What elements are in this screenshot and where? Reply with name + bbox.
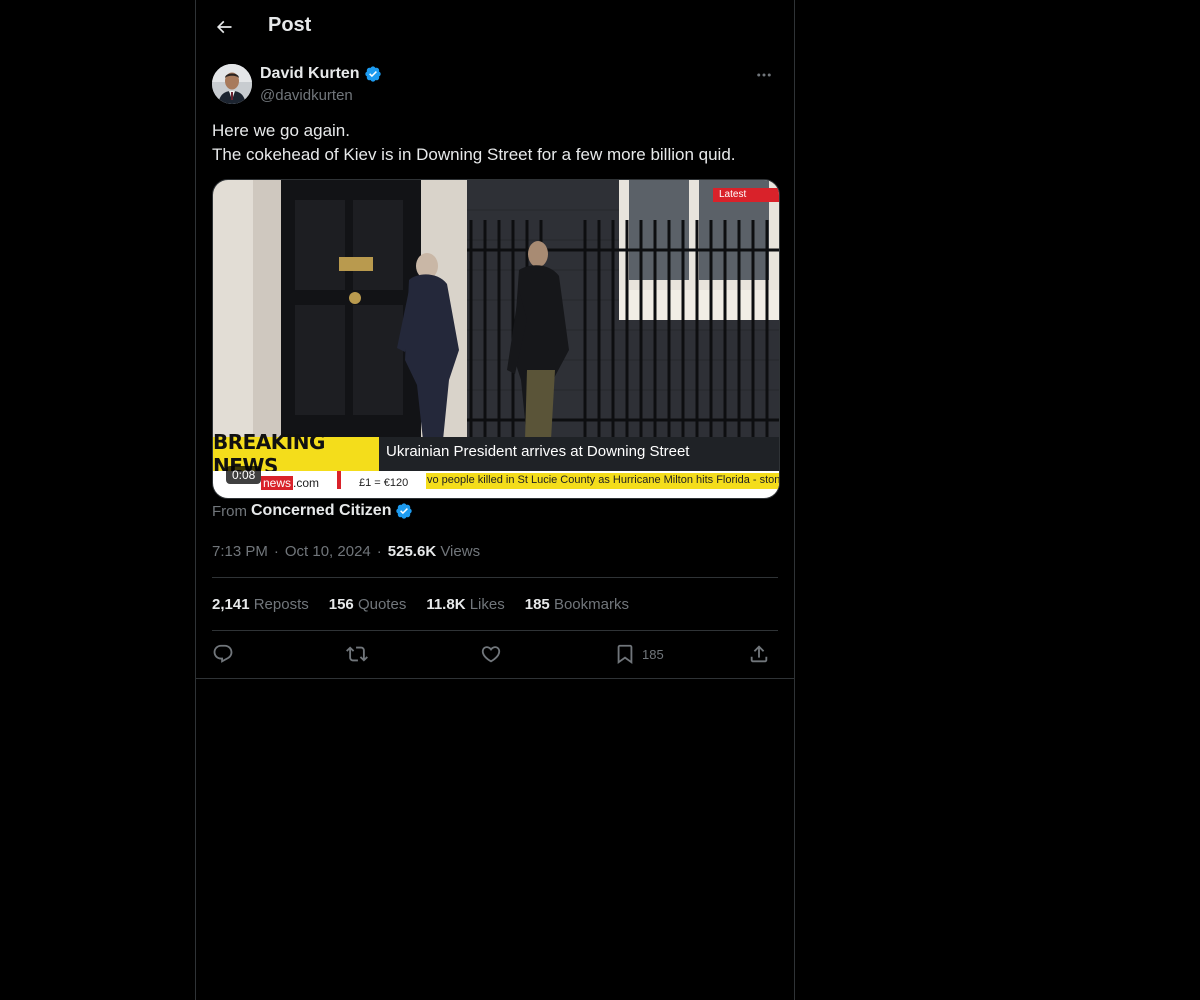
verified-badge-icon [396,503,413,519]
share-button[interactable] [748,642,770,666]
ticker-separator [337,471,341,489]
more-icon [757,73,771,77]
likes-stat[interactable]: 11.8K Likes [426,596,504,613]
stat-count: 185 [524,596,550,613]
bookmark-button[interactable]: 185 [614,642,664,666]
video-duration: 0:08 [226,466,262,484]
page-header: Post [196,0,794,53]
author-name[interactable]: David Kurten [260,65,382,83]
back-arrow-icon [216,20,232,34]
repost-button[interactable] [346,642,368,666]
divider [212,630,778,631]
page-title: Post [268,14,312,36]
back-button[interactable] [210,13,238,41]
views-label: Views [440,543,481,560]
stat-count: 2,141 [212,596,250,613]
ticker-logo-suffix: .com [293,476,320,490]
repost-icon [346,646,368,662]
latest-tag: Latest [713,188,779,202]
bookmarks-stat[interactable]: 185 Bookmarks [525,596,629,613]
ticker-logo: news .com [261,476,319,490]
quotes-stat[interactable]: 156 Quotes [329,596,407,613]
post-line: The cokehead of Kiev is in Downing Stree… [212,145,736,164]
reply-button[interactable] [212,642,234,666]
breaking-news-headline: Ukrainian President arrives at Downing S… [386,443,690,460]
ticker-scroll: vo people killed in St Lucie County as H… [426,473,779,489]
ticker-text: vo people killed in St Lucie County as H… [427,474,779,486]
stat-count: 11.8K [426,596,466,613]
stat-label: Quotes [357,596,407,613]
post-date[interactable]: Oct 10, 2024 [285,543,371,560]
video-player[interactable]: Latest BREAKING NEWS Ukrainian President… [212,179,780,499]
like-button[interactable] [480,642,502,666]
action-bar: 185 [212,642,778,666]
avatar[interactable] [212,64,252,104]
post-author: David Kurten @davidkurten [212,64,778,108]
post-bottom-border [196,678,794,679]
author-name-text: David Kurten [260,65,360,82]
more-options-button[interactable] [750,64,778,86]
source-prefix: From [212,502,247,520]
bookmark-count: 185 [642,646,664,662]
source-attribution: From Concerned Citizen [212,502,413,520]
stat-label: Reposts [253,596,309,613]
verified-badge-icon [364,66,381,82]
like-icon [481,646,501,663]
source-link[interactable]: Concerned Citizen [251,502,391,520]
post-time[interactable]: 7:13 PM [212,543,268,560]
bookmark-icon [617,644,633,665]
engagement-stats: 2,141 Reposts 156 Quotes 11.8K Likes 185… [212,596,629,613]
author-handle[interactable]: @davidkurten [260,87,353,104]
post-meta: 7:13 PM · Oct 10, 2024 · 525.6K Views [212,543,480,560]
stat-count: 156 [328,596,354,613]
ticker-logo-red: news [261,476,294,490]
reply-icon [213,644,233,663]
divider [212,577,778,578]
news-ticker: news .com £1 = €120 vo people killed in S… [213,471,779,498]
stat-label: Bookmarks [553,596,629,613]
reposts-stat[interactable]: 2,141 Reposts [212,596,309,613]
meta-separator: · [376,543,382,560]
main-column: Post David Kurten @davidkurten Here we g… [195,0,795,1000]
meta-separator: · [273,543,279,560]
ticker-rate: £1 = €120 [359,477,409,489]
post-text: Here we go again. The cokehead of Kiev i… [212,119,778,167]
post-line: Here we go again. [212,121,350,140]
stat-label: Likes [469,596,505,613]
share-icon [750,645,768,663]
breaking-news-bar: BREAKING NEWS Ukrainian President arrive… [213,430,779,478]
views-count: 525.6K [387,543,437,560]
